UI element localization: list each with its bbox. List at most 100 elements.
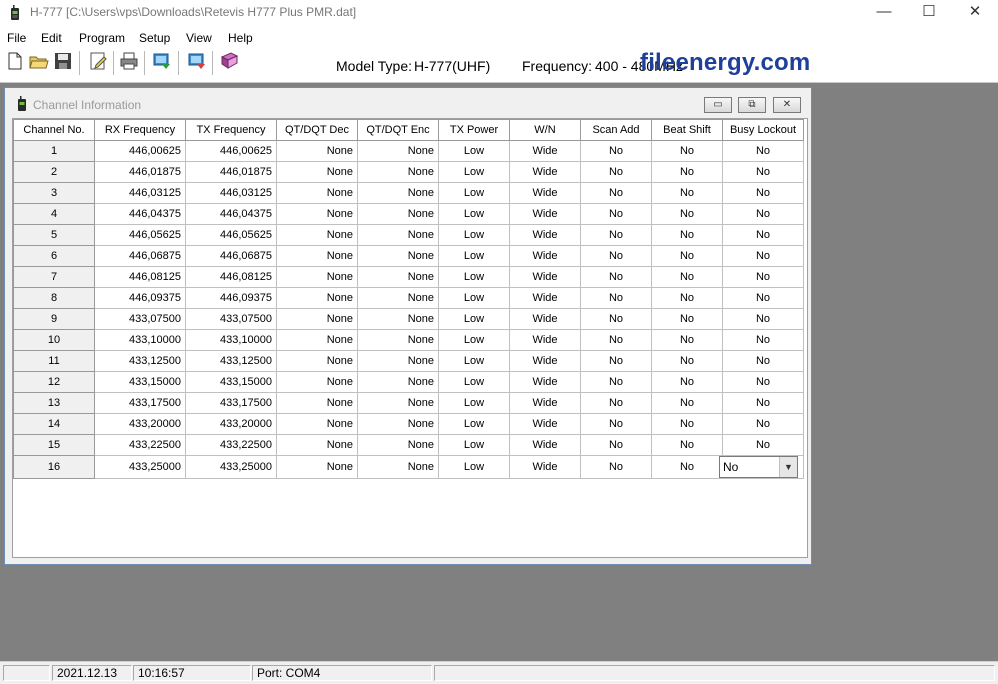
table-cell[interactable]: None	[357, 392, 439, 414]
table-cell[interactable]: No	[651, 434, 723, 456]
table-cell[interactable]: Low	[438, 308, 510, 330]
table-cell[interactable]: Low	[438, 266, 510, 288]
table-cell[interactable]: None	[276, 350, 358, 372]
table-cell[interactable]: Wide	[509, 413, 581, 435]
menu-edit[interactable]: Edit	[41, 31, 62, 45]
table-cell[interactable]: Wide	[509, 455, 581, 479]
table-row[interactable]: 11 433,12500 433,12500 None None Low Wide No No N…	[13, 350, 804, 372]
table-row[interactable]: 13 433,17500 433,17500 None None Low Wide No No N…	[13, 392, 804, 414]
table-cell[interactable]: Low	[438, 224, 510, 246]
table-cell[interactable]: Low	[438, 350, 510, 372]
edit-document-icon[interactable]	[88, 51, 108, 71]
table-cell[interactable]: 446,00625	[185, 140, 277, 162]
table-cell[interactable]: No	[580, 413, 652, 435]
new-file-icon[interactable]	[5, 51, 25, 71]
table-cell[interactable]: Low	[438, 455, 510, 479]
table-cell[interactable]: 446,08125	[185, 266, 277, 288]
table-cell[interactable]: No	[722, 161, 804, 183]
table-cell[interactable]: No	[722, 329, 804, 351]
table-row[interactable]: 10 433,10000 433,10000 None None Low Wide No No N…	[13, 329, 804, 351]
table-cell[interactable]: Wide	[509, 161, 581, 183]
menu-program[interactable]: Program	[79, 31, 125, 45]
table-cell[interactable]: 446,04375	[185, 203, 277, 225]
table-cell[interactable]: None	[357, 371, 439, 393]
table-cell[interactable]: None	[276, 455, 358, 479]
read-from-radio-icon[interactable]	[152, 51, 172, 71]
table-cell[interactable]: None	[357, 245, 439, 267]
menu-help[interactable]: Help	[228, 31, 253, 45]
table-cell[interactable]: No	[722, 392, 804, 414]
table-cell[interactable]: No ▼	[719, 455, 804, 479]
table-cell[interactable]: No	[722, 350, 804, 372]
table-cell[interactable]: 433,17500	[185, 392, 277, 414]
table-cell[interactable]: No	[722, 182, 804, 204]
help-book-icon[interactable]	[219, 51, 239, 71]
table-row[interactable]: 6 446,06875 446,06875 None None Low Wide No No No	[13, 245, 804, 267]
table-cell[interactable]: Low	[438, 371, 510, 393]
table-cell[interactable]: None	[276, 413, 358, 435]
table-cell[interactable]: Low	[438, 329, 510, 351]
table-cell[interactable]: Low	[438, 182, 510, 204]
table-cell[interactable]: No	[580, 224, 652, 246]
table-cell[interactable]: None	[357, 224, 439, 246]
write-to-radio-icon[interactable]	[187, 51, 207, 71]
table-row[interactable]: 4 446,04375 446,04375 None None Low Wide No No No	[13, 203, 804, 225]
table-cell[interactable]: Low	[438, 245, 510, 267]
table-row[interactable]: 16 433,25000 433,25000 None None Low Wide No No N…	[13, 455, 804, 479]
column-header[interactable]: Scan Add	[580, 119, 652, 141]
save-disk-icon[interactable]	[53, 51, 73, 71]
table-cell[interactable]: 446,06875	[94, 245, 186, 267]
table-cell[interactable]: Low	[438, 413, 510, 435]
table-cell[interactable]: No	[580, 308, 652, 330]
table-row[interactable]: 9 433,07500 433,07500 None None Low Wide No No No	[13, 308, 804, 330]
table-row[interactable]: 1 446,00625 446,00625 None None Low Wide No No No	[13, 140, 804, 162]
table-cell[interactable]: None	[357, 203, 439, 225]
table-cell[interactable]: No	[651, 329, 723, 351]
table-cell[interactable]: 446,08125	[94, 266, 186, 288]
table-row[interactable]: 15 433,22500 433,22500 None None Low Wide No No N…	[13, 434, 804, 456]
table-row[interactable]: 12 433,15000 433,15000 None None Low Wide No No N…	[13, 371, 804, 393]
table-cell[interactable]: No	[722, 287, 804, 309]
table-cell[interactable]: Low	[438, 203, 510, 225]
table-cell[interactable]: Wide	[509, 308, 581, 330]
chevron-down-icon[interactable]: ▼	[779, 457, 797, 477]
menu-file[interactable]: File	[7, 31, 26, 45]
table-cell[interactable]: Low	[438, 140, 510, 162]
table-cell[interactable]: None	[276, 371, 358, 393]
menu-setup[interactable]: Setup	[139, 31, 170, 45]
table-row[interactable]: 14 433,20000 433,20000 None None Low Wide No No N…	[13, 413, 804, 435]
table-cell[interactable]: None	[276, 140, 358, 162]
table-cell[interactable]: 433,17500	[94, 392, 186, 414]
table-cell[interactable]: 446,09375	[185, 287, 277, 309]
column-header[interactable]: TX Frequency	[185, 119, 277, 141]
table-cell[interactable]: No	[651, 266, 723, 288]
table-cell[interactable]: No	[580, 182, 652, 204]
table-cell[interactable]: No	[580, 287, 652, 309]
table-cell[interactable]: No	[651, 371, 723, 393]
table-cell[interactable]: No	[722, 266, 804, 288]
table-cell[interactable]: Wide	[509, 140, 581, 162]
table-cell[interactable]: 433,07500	[94, 308, 186, 330]
table-cell[interactable]: 446,05625	[94, 224, 186, 246]
open-folder-icon[interactable]	[29, 51, 49, 71]
table-cell[interactable]: None	[276, 329, 358, 351]
table-cell[interactable]: Low	[438, 434, 510, 456]
table-cell[interactable]: Wide	[509, 350, 581, 372]
table-cell[interactable]: 433,20000	[94, 413, 186, 435]
table-cell[interactable]: Wide	[509, 392, 581, 414]
table-cell[interactable]: No	[722, 140, 804, 162]
table-cell[interactable]: No	[580, 455, 652, 479]
table-cell[interactable]: 446,05625	[185, 224, 277, 246]
table-cell[interactable]: None	[276, 161, 358, 183]
column-header[interactable]: QT/DQT Enc	[357, 119, 439, 141]
table-cell[interactable]: 433,10000	[94, 329, 186, 351]
table-cell[interactable]: 446,03125	[94, 182, 186, 204]
table-cell[interactable]: No	[651, 182, 723, 204]
table-cell[interactable]: 433,12500	[94, 350, 186, 372]
table-cell[interactable]: None	[276, 245, 358, 267]
table-cell[interactable]: None	[276, 308, 358, 330]
table-cell[interactable]: 433,10000	[185, 329, 277, 351]
table-cell[interactable]: 446,06875	[185, 245, 277, 267]
close-button[interactable]: ✕	[952, 0, 998, 26]
child-restore-button[interactable]: ⧉	[738, 97, 766, 113]
